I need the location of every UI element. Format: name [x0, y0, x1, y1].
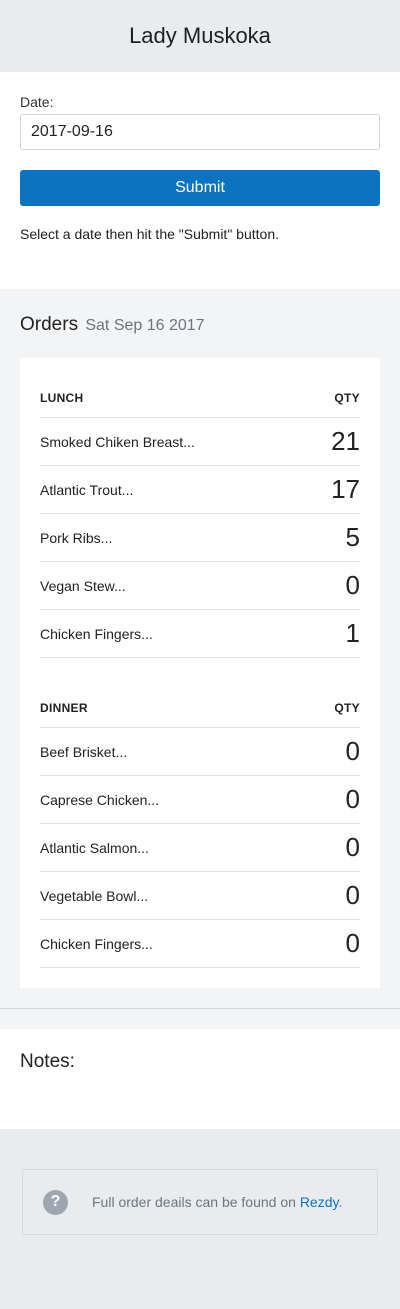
date-input[interactable] — [20, 114, 380, 150]
page-title: Lady Muskoka — [129, 23, 271, 48]
item-name: Caprese Chicken... — [40, 791, 160, 808]
notes-section: Notes: — [0, 1029, 400, 1129]
item-qty: 21 — [331, 426, 360, 456]
orders-heading: Orders Sat Sep 16 2017 — [20, 314, 380, 336]
table-row: Vegan Stew... 0 — [40, 562, 360, 610]
item-name: Vegetable Bowl... — [40, 887, 149, 904]
item-qty: 0 — [345, 784, 360, 814]
item-name: Atlantic Trout... — [40, 481, 134, 498]
item-name: Chicken Fingers... — [40, 625, 153, 642]
item-name: Atlantic Salmon... — [40, 839, 149, 856]
item-qty: 17 — [331, 474, 360, 504]
form-hint: Select a date then hit the "Submit" butt… — [20, 226, 279, 242]
date-label: Date: — [20, 94, 54, 110]
info-suffix: . — [338, 1194, 343, 1210]
dinner-table-header: DINNER QTY — [40, 688, 360, 728]
app-header: Lady Muskoka — [0, 0, 400, 72]
help-icon: ? — [43, 1189, 68, 1215]
table-row: Atlantic Trout... 17 — [40, 466, 360, 514]
table-row: Vegetable Bowl... 0 — [40, 872, 360, 920]
item-qty: 0 — [345, 736, 360, 766]
info-message: Full order deails can be found on — [92, 1194, 300, 1210]
lunch-qty-heading: QTY — [334, 390, 360, 405]
item-name: Smoked Chiken Breast... — [40, 433, 195, 450]
item-name: Chicken Fingers... — [40, 935, 153, 952]
item-qty: 0 — [345, 832, 360, 862]
submit-button[interactable]: Submit — [20, 170, 380, 206]
item-name: Beef Brisket... — [40, 743, 128, 760]
table-row: Chicken Fingers... 0 — [40, 920, 360, 968]
rezdy-link[interactable]: Rezdy — [300, 1194, 339, 1210]
item-qty: 0 — [345, 880, 360, 910]
info-text: Full order deails can be found on Rezdy. — [92, 1194, 342, 1210]
table-row: Smoked Chiken Breast... 21 — [40, 418, 360, 466]
item-qty: 0 — [345, 928, 360, 958]
notes-title: Notes: — [20, 1051, 75, 1072]
orders-date: Sat Sep 16 2017 — [85, 317, 205, 334]
date-form: Date: Submit Select a date then hit the … — [0, 72, 400, 289]
orders-title: Orders — [20, 314, 79, 335]
footer: ? Full order deails can be found on Rezd… — [0, 1129, 400, 1275]
table-row: Atlantic Salmon... 0 — [40, 824, 360, 872]
lunch-heading: LUNCH — [40, 390, 84, 405]
table-row: Caprese Chicken... 0 — [40, 776, 360, 824]
table-row: Chicken Fingers... 1 — [40, 610, 360, 658]
item-name: Vegan Stew... — [40, 577, 126, 594]
table-row: Pork Ribs... 5 — [40, 514, 360, 562]
lunch-table-header: LUNCH QTY — [40, 378, 360, 418]
item-qty: 5 — [345, 522, 360, 552]
item-name: Pork Ribs... — [40, 529, 113, 546]
item-qty: 1 — [345, 618, 360, 648]
dinner-heading: DINNER — [40, 700, 88, 715]
info-box: ? Full order deails can be found on Rezd… — [22, 1169, 378, 1235]
orders-card: LUNCH QTY Smoked Chiken Breast... 21 Atl… — [20, 358, 380, 988]
dinner-qty-heading: QTY — [334, 700, 360, 715]
table-row: Beef Brisket... 0 — [40, 728, 360, 776]
orders-section: Orders Sat Sep 16 2017 LUNCH QTY Smoked … — [0, 289, 400, 1008]
item-qty: 0 — [345, 570, 360, 600]
